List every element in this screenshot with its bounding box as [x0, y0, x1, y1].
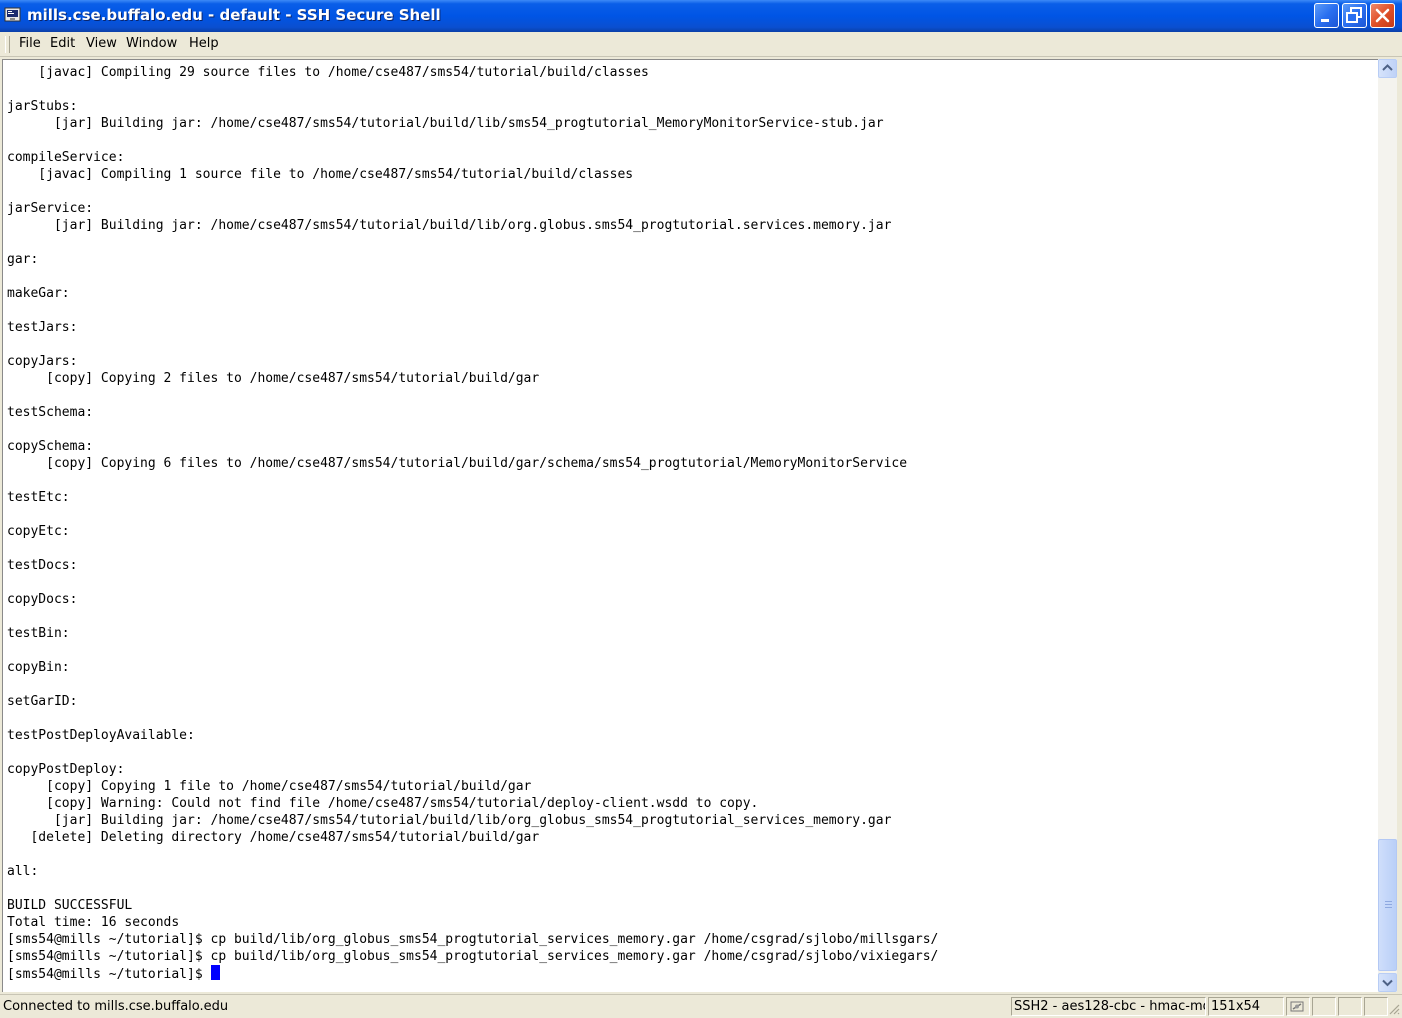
terminal-line: [sms54@mills ~/tutorial]$ cp build/lib/o…: [7, 932, 939, 947]
terminal-line: [javac] Compiling 1 source file to /home…: [7, 167, 634, 182]
terminal-line: all:: [7, 864, 39, 879]
terminal-line: testEtc:: [7, 490, 70, 505]
chevron-down-icon: [1382, 979, 1393, 987]
status-empty-cell: [1338, 997, 1362, 1016]
terminal-line: jarService:: [7, 201, 94, 216]
terminal-output[interactable]: [javac] Compiling 29 source files to /ho…: [2, 59, 1378, 992]
terminal-line: copyJars:: [7, 354, 78, 369]
terminal-line: [javac] Compiling 29 source files to /ho…: [7, 65, 649, 80]
terminal-line: copyPostDeploy:: [7, 762, 125, 777]
resize-grip-icon[interactable]: [1388, 1003, 1400, 1015]
status-empty-cell: [1312, 997, 1336, 1016]
terminal-size: 151x54: [1208, 997, 1284, 1016]
terminal-line: copyEtc:: [7, 524, 70, 539]
terminal-line: [copy] Copying 6 files to /home/cse487/s…: [7, 456, 908, 471]
terminal-line: [delete] Deleting directory /home/cse487…: [7, 830, 540, 845]
terminal-line: [jar] Building jar: /home/cse487/sms54/t…: [7, 218, 892, 233]
close-icon: [1375, 8, 1390, 23]
terminal-lines: [javac] Compiling 29 source files to /ho…: [7, 64, 938, 982]
menu-help[interactable]: Help: [189, 36, 219, 51]
menu-bar: File Edit View Window Help: [0, 32, 1402, 57]
scroll-up-button[interactable]: [1378, 59, 1397, 78]
terminal-line: testDocs:: [7, 558, 78, 573]
menu-edit[interactable]: Edit: [50, 36, 75, 51]
menu-view[interactable]: View: [86, 36, 117, 51]
terminal-line: [copy] Warning: Could not find file /hom…: [7, 796, 759, 811]
title-bar[interactable]: mills.cse.buffalo.edu - default - SSH Se…: [0, 0, 1402, 32]
status-icon-cell: [1286, 997, 1310, 1016]
scroll-grip-line: [1385, 907, 1392, 908]
cipher-info: SSH2 - aes128-cbc - hmac-md: [1011, 997, 1206, 1016]
maximize-button[interactable]: [1342, 3, 1367, 28]
terminal-line: copyBin:: [7, 660, 70, 675]
terminal-line: [jar] Building jar: /home/cse487/sms54/t…: [7, 116, 884, 131]
terminal-line: BUILD SUCCESSFUL: [7, 898, 133, 913]
chevron-up-icon: [1382, 64, 1393, 71]
terminal-line: gar:: [7, 252, 39, 267]
minimize-button[interactable]: [1314, 3, 1339, 28]
scroll-grip-line: [1385, 904, 1392, 905]
terminal-line: [copy] Copying 2 files to /home/cse487/s…: [7, 371, 540, 386]
status-empty-cell: [1364, 997, 1388, 1016]
terminal-line: [sms54@mills ~/tutorial]$ cp build/lib/o…: [7, 949, 939, 964]
terminal-line: compileService:: [7, 150, 125, 165]
terminal-line: copyDocs:: [7, 592, 78, 607]
terminal-line: Total time: 16 seconds: [7, 915, 180, 930]
terminal-line: testSchema:: [7, 405, 94, 420]
text-cursor: [210, 965, 220, 980]
terminal-line: copySchema:: [7, 439, 94, 454]
restore-icon: [1346, 7, 1362, 23]
terminal-line: testJars:: [7, 320, 78, 335]
terminal-line: [jar] Building jar: /home/cse487/sms54/t…: [7, 813, 892, 828]
menu-file[interactable]: File: [19, 36, 41, 51]
terminal-line: jarStubs:: [7, 99, 78, 114]
status-bar: Connected to mills.cse.buffalo.edu SSH2 …: [0, 994, 1402, 1018]
terminal-line: testBin:: [7, 626, 70, 641]
menu-window[interactable]: Window: [126, 36, 177, 51]
scroll-down-button[interactable]: [1378, 973, 1397, 992]
vertical-scrollbar[interactable]: [1378, 59, 1397, 992]
menu-grip: [5, 36, 10, 53]
scroll-grip-line: [1385, 901, 1392, 902]
transfer-status-icon: [1290, 1001, 1304, 1012]
ssh-terminal-icon: [4, 7, 21, 22]
terminal-line: makeGar:: [7, 286, 70, 301]
terminal-prompt-line[interactable]: [sms54@mills ~/tutorial]$: [7, 965, 938, 982]
window-title: mills.cse.buffalo.edu - default - SSH Se…: [27, 6, 441, 24]
connection-status: Connected to mills.cse.buffalo.edu: [3, 999, 229, 1014]
scroll-thumb[interactable]: [1378, 839, 1397, 971]
terminal-line: setGarID:: [7, 694, 78, 709]
minimize-icon: [1321, 19, 1329, 22]
terminal-line: [copy] Copying 1 file to /home/cse487/sm…: [7, 779, 532, 794]
close-button[interactable]: [1370, 3, 1395, 28]
terminal-line: testPostDeployAvailable:: [7, 728, 195, 743]
shell-prompt: [sms54@mills ~/tutorial]$: [7, 967, 211, 982]
